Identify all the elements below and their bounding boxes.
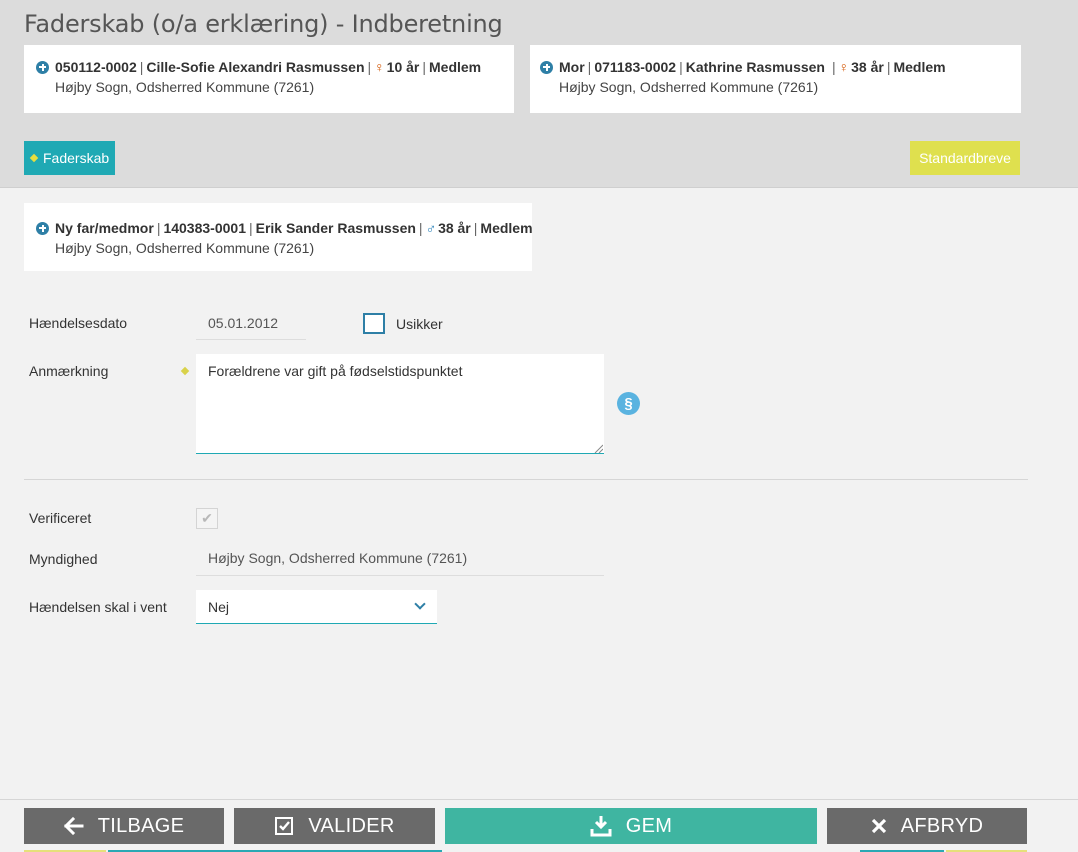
mother-status: Medlem [893, 59, 946, 75]
remark-label: Anmærkning [29, 363, 109, 379]
separator: | [473, 220, 478, 236]
father-age: 38 år [438, 220, 471, 236]
checkbox-checked-icon [274, 816, 294, 836]
separator: | [248, 220, 253, 236]
form-divider [24, 479, 1028, 480]
male-person-icon: ♂ [425, 220, 437, 236]
cancel-button[interactable]: AFBRYD [827, 808, 1027, 844]
close-icon [871, 818, 887, 834]
remark-textarea[interactable]: Forældrene var gift på fødselstidspunkte… [196, 354, 604, 454]
separator: | [587, 59, 592, 75]
verified-checkbox: ✔ [196, 508, 218, 529]
back-button[interactable]: TILBAGE [24, 808, 224, 844]
on-hold-label: Hændelsen skal i vent [29, 599, 167, 615]
child-cpr: 050112-0002 [55, 59, 137, 75]
father-cpr: 140383-0001 [163, 220, 246, 236]
paragraph-icon[interactable]: § [617, 392, 640, 415]
validate-label: VALIDER [308, 814, 395, 837]
mother-name: Kathrine Rasmussen [685, 59, 825, 75]
mother-age: 38 år [851, 59, 884, 75]
validate-button[interactable]: VALIDER [234, 808, 435, 844]
separator: | [422, 59, 426, 75]
back-label: TILBAGE [97, 814, 185, 837]
mother-role: Mor [559, 59, 585, 75]
required-diamond-icon [180, 366, 190, 376]
child-age: 10 år [386, 59, 420, 75]
cancel-label: AFBRYD [900, 814, 984, 837]
page-title: Faderskab (o/a erklæring) - Indberetning [24, 10, 503, 38]
separator: | [418, 220, 423, 236]
separator: | [156, 220, 161, 236]
father-address: Højby Sogn, Odsherred Kommune (7261) [55, 240, 315, 256]
uncertain-label: Usikker [396, 316, 443, 332]
separator: | [679, 59, 683, 75]
checkmark-icon: ✔ [201, 510, 213, 526]
faderskab-button[interactable]: Faderskab [24, 141, 115, 175]
on-hold-value: Nej [208, 599, 230, 615]
standardbreve-button[interactable]: Standardbreve [910, 141, 1020, 175]
event-date-label: Hændelsesdato [29, 315, 128, 331]
expand-plus-icon[interactable] [36, 221, 49, 235]
save-button[interactable]: GEM [445, 808, 817, 844]
authority-label: Myndighed [29, 551, 98, 567]
separator: | [886, 59, 891, 75]
separator: | [367, 59, 372, 75]
female-person-icon: ♀ [838, 59, 850, 75]
person-card-mother: Mor | 071183-0002 | Kathrine Rasmussen |… [530, 45, 1021, 113]
mother-cpr: 071183-0002 [594, 59, 677, 75]
child-name: Cille-Sofie Alexandri Rasmussen [146, 59, 365, 75]
person-card-child: 050112-0002 | Cille-Sofie Alexandri Rasm… [24, 45, 514, 113]
faderskab-label: Faderskab [43, 150, 110, 166]
father-role: Ny far/medmor [55, 220, 154, 236]
resize-grip-icon[interactable] [594, 444, 603, 453]
separator: | [139, 59, 144, 75]
save-label: GEM [625, 814, 673, 837]
child-status: Medlem [429, 59, 482, 75]
download-icon [590, 815, 612, 837]
female-person-icon: ♀ [374, 59, 385, 75]
separator: | [832, 59, 836, 75]
father-name: Erik Sander Rasmussen [255, 220, 416, 236]
event-date-field[interactable]: 05.01.2012 [196, 308, 306, 340]
on-hold-select[interactable]: Nej [196, 590, 437, 624]
authority-field: Højby Sogn, Odsherred Kommune (7261) [196, 542, 604, 576]
expand-plus-icon[interactable] [540, 60, 553, 74]
verified-label: Verificeret [29, 510, 92, 526]
diamond-icon [29, 153, 39, 163]
arrow-left-icon [63, 817, 84, 835]
uncertain-checkbox[interactable] [363, 313, 385, 334]
chevron-down-icon [414, 598, 426, 610]
person-card-father: Ny far/medmor | 140383-0001 | Erik Sande… [24, 203, 533, 271]
expand-plus-icon[interactable] [36, 60, 49, 74]
child-address: Højby Sogn, Odsherred Kommune (7261) [55, 79, 315, 95]
mother-address: Højby Sogn, Odsherred Kommune (7261) [559, 79, 819, 95]
father-status: Medlem [480, 220, 533, 236]
